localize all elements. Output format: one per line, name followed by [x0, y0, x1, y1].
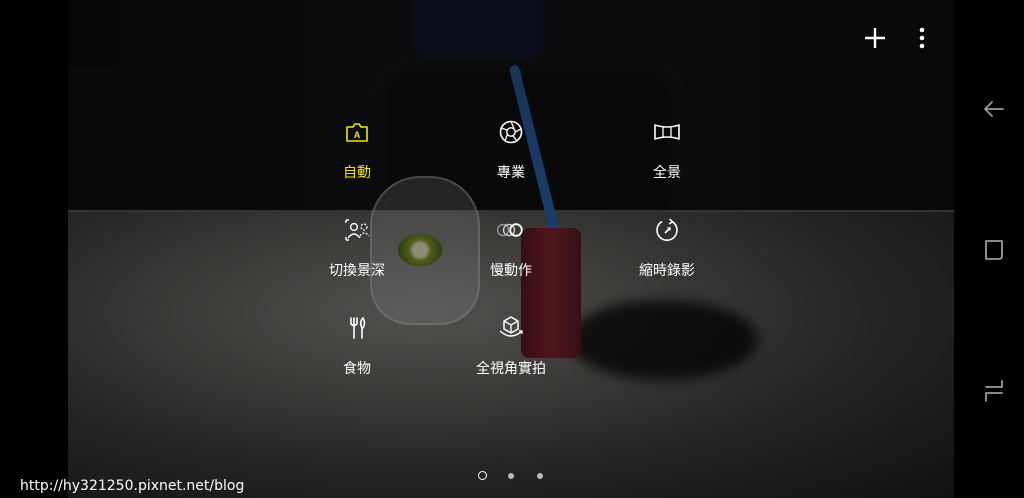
mode-label: 食物	[343, 361, 371, 377]
mode-label: 切換景深	[329, 263, 385, 279]
food-icon	[350, 317, 366, 339]
more-options-button[interactable]	[908, 24, 936, 52]
selective-focus-icon	[345, 219, 370, 241]
nav-home-button[interactable]	[979, 235, 1009, 265]
page-indicator-dot	[537, 473, 543, 479]
add-icon	[865, 28, 885, 48]
page-indicator-dot-active	[478, 471, 487, 480]
auto-camera-icon: A	[346, 123, 368, 142]
mode-slow-motion[interactable]: 慢動作	[441, 217, 581, 280]
camera-mode-screen: A 自動 專業 全景 切換景深 慢動作 縮時錄影 食物 全視角實拍 http:/…	[0, 0, 1024, 498]
panorama-icon	[654, 124, 680, 140]
mode-food[interactable]: 食物	[287, 315, 427, 378]
hyperlapse-icon	[656, 218, 678, 241]
virtual-shot-icon	[499, 316, 523, 337]
mode-label: 自動	[343, 165, 371, 181]
svg-text:A: A	[354, 130, 361, 140]
aperture-icon	[499, 120, 523, 144]
mode-virtual-shot[interactable]: 全視角實拍	[441, 315, 581, 378]
back-icon	[984, 101, 1004, 117]
mode-panorama[interactable]: 全景	[597, 119, 737, 182]
mode-label: 縮時錄影	[639, 263, 695, 279]
nav-back-button[interactable]	[979, 94, 1009, 124]
add-mode-button[interactable]	[861, 24, 889, 52]
mode-selective-focus[interactable]: 切換景深	[287, 217, 427, 280]
slow-motion-icon	[497, 223, 523, 237]
mode-pro[interactable]: 專業	[441, 119, 581, 182]
page-indicator-dot	[508, 473, 514, 479]
mode-label: 全景	[653, 165, 681, 181]
mode-label: 慢動作	[490, 263, 532, 279]
mode-label: 專業	[497, 165, 525, 181]
watermark-url: http://hy321250.pixnet.net/blog	[20, 478, 245, 494]
home-icon	[985, 240, 1003, 260]
mode-hyperlapse[interactable]: 縮時錄影	[597, 217, 737, 280]
mode-auto[interactable]: A 自動	[287, 119, 427, 182]
recents-icon	[985, 380, 1003, 402]
mode-label: 全視角實拍	[476, 361, 546, 377]
more-options-icon	[919, 27, 925, 49]
nav-recents-button[interactable]	[979, 376, 1009, 406]
